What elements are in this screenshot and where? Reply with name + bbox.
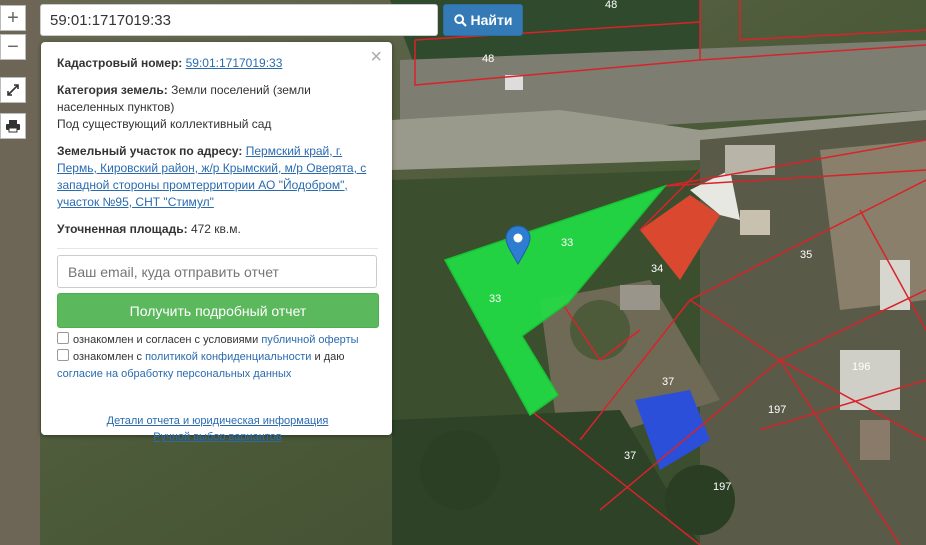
public-offer-link[interactable]: публичной оферты [261,334,358,346]
land-category-label: Категория земель: [57,83,168,97]
offer-consent-text: ознакомлен и согласен с условиями [73,334,259,346]
privacy-consent-checkbox[interactable] [57,349,69,361]
plot-label-197b: 197 [713,481,731,493]
address-label: Земельный участок по адресу: [57,144,243,158]
fullscreen-button[interactable] [0,77,26,103]
get-report-button[interactable]: Получить подробный отчет [57,293,379,328]
privacy-policy-link[interactable]: политикой конфиденциальности [145,351,311,363]
cadastral-number-row: Кадастровый номер: 59:01:1717019:33 [57,55,378,72]
area-label: Уточненная площадь: [57,222,188,236]
plot-label-196: 196 [852,361,870,373]
plot-label-34: 34 [651,263,663,275]
search-icon [453,13,467,27]
search-button[interactable]: Найти [443,4,523,36]
privacy-consent-checkbox-row: ознакомлен с политикой конфиденциальност… [57,349,378,383]
area-row: Уточненная площадь: 472 кв.м. [57,221,378,238]
cadastral-number-label: Кадастровый номер: [57,56,183,70]
plot-label-33b: 33 [489,293,501,305]
plot-label-35: 35 [800,249,812,261]
area-value: 472 кв.м. [190,222,241,236]
divider [57,248,378,249]
plot-label-37a: 37 [662,376,674,388]
plot-label-48a: 48 [605,0,617,11]
search-button-label: Найти [470,12,513,28]
print-button[interactable] [0,113,26,139]
privacy-consent-mid-text: и даю [314,351,345,363]
address-row: Земельный участок по адресу: Пермский кр… [57,143,378,211]
get-report-button-label: Получить подробный отчет [129,302,307,319]
land-category-row: Категория земель: Земли поселений (земли… [57,82,378,133]
land-use-value: Под существующий коллективный сад [57,117,272,131]
expand-icon [7,84,19,96]
close-icon[interactable]: × [370,46,382,69]
cadastral-number-link[interactable]: 59:01:1717019:33 [186,56,283,70]
privacy-consent-text: ознакомлен с [73,351,143,363]
plot-label-197a: 197 [768,404,786,416]
offer-consent-checkbox[interactable] [57,332,69,344]
zoom-in-button[interactable]: + [0,5,26,31]
manual-selection-link[interactable]: Ручной выбор вариантов [57,429,378,445]
plot-label-37b: 37 [624,450,636,462]
panel-footer-links: Детали отчета и юридическая информация Р… [57,413,378,445]
email-field[interactable] [57,255,377,288]
printer-icon [6,120,20,133]
plot-info-panel: × Кадастровый номер: 59:01:1717019:33 Ка… [41,42,392,443]
offer-consent-checkbox-row: ознакомлен и согласен с условиями публич… [57,332,378,349]
plot-label-48b: 48 [482,53,494,65]
report-details-link[interactable]: Детали отчета и юридическая информация [57,413,378,429]
search-input[interactable] [40,4,438,36]
minus-icon: − [7,36,19,58]
plus-icon: + [7,7,19,29]
zoom-out-button[interactable]: − [0,34,26,60]
plot-label-33a: 33 [561,237,573,249]
personal-data-consent-link[interactable]: согласие на обработку персональных данны… [57,368,291,380]
